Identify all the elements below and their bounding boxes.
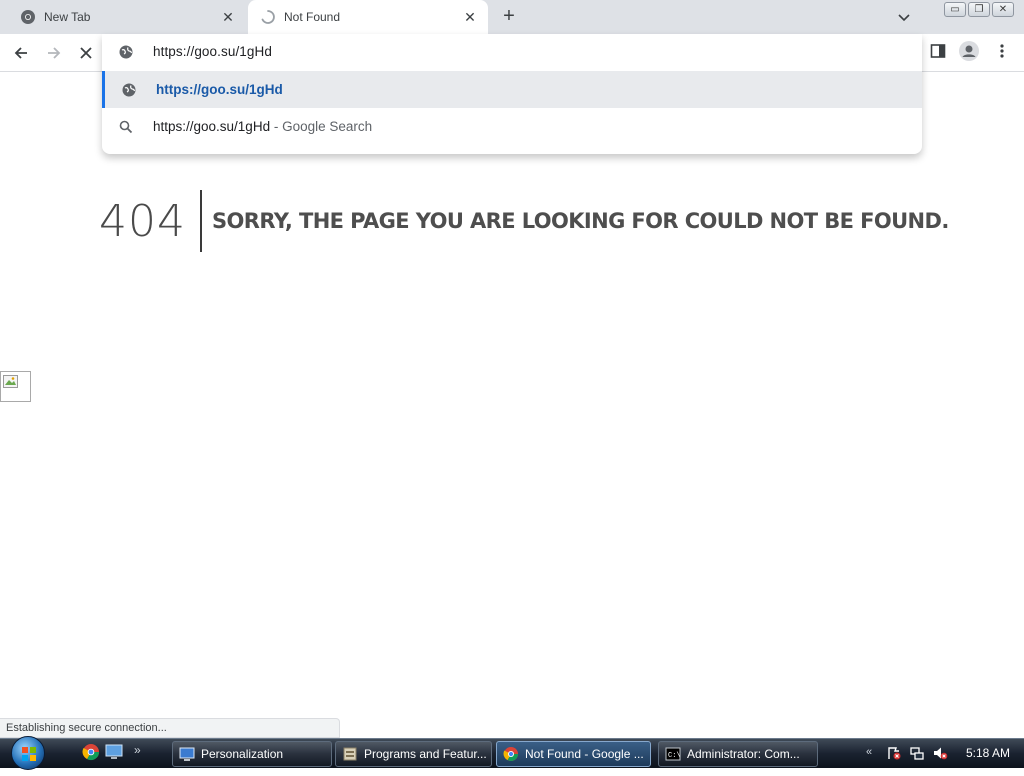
chrome-icon <box>20 9 36 25</box>
chrome-icon <box>503 746 519 762</box>
profile-avatar-button[interactable] <box>959 41 979 61</box>
omnibox[interactable]: https://goo.su/1gHd <box>102 34 922 70</box>
personalization-icon <box>179 746 195 762</box>
taskbar-button-label: Personalization <box>201 747 284 761</box>
globe-icon <box>118 44 134 60</box>
new-tab-button[interactable]: + <box>498 6 520 27</box>
omnibox-suggestion[interactable]: https://goo.su/1gHd <box>102 71 922 108</box>
taskbar-button-label: Programs and Featur... <box>364 747 487 761</box>
omnibox-dropdown: https://goo.su/1gHd https://goo.su/1gHd … <box>102 34 922 154</box>
minimize-button[interactable]: ▭ <box>944 2 966 17</box>
broken-image-icon <box>3 375 18 388</box>
tab-not-found[interactable]: Not Found ✕ <box>248 0 488 34</box>
volume-muted-icon[interactable] <box>932 745 948 766</box>
taskbar-button-label: Not Found - Google ... <box>525 747 644 761</box>
action-center-icon[interactable] <box>886 745 902 766</box>
side-panel-button[interactable] <box>930 43 946 59</box>
side-panel-icon <box>930 44 946 58</box>
omnibox-suggestion[interactable]: https://goo.su/1gHd - Google Search <box>102 108 922 145</box>
tray-expand-icon[interactable]: « <box>866 746 872 758</box>
status-bar: Establishing secure connection... <box>0 718 340 738</box>
stop-icon <box>80 47 92 59</box>
loading-spinner-icon <box>260 9 276 25</box>
globe-icon <box>121 82 137 98</box>
desktop-quicklaunch-icon[interactable] <box>105 743 125 763</box>
network-icon[interactable] <box>909 745 925 766</box>
tab-title: Not Found <box>284 10 341 24</box>
cmd-icon: C:\ <box>665 746 681 762</box>
taskbar-cmd[interactable]: C:\ Administrator: Com... <box>658 741 818 767</box>
error-text: SORRY, THE PAGE YOU ARE LOOKING FOR COUL… <box>211 209 949 233</box>
forward-arrow-icon <box>48 47 61 59</box>
suggestion-text: https://goo.su/1gHd - Google Search <box>153 119 372 134</box>
quicklaunch-more-icon[interactable]: » <box>134 743 154 763</box>
windows-logo-icon <box>11 736 45 770</box>
tab-close-button[interactable]: ✕ <box>218 7 238 27</box>
forward-button[interactable] <box>43 42 65 64</box>
three-dots-icon <box>1000 44 1004 58</box>
close-window-button[interactable]: ✕ <box>992 2 1014 17</box>
start-button[interactable] <box>6 736 50 770</box>
clock[interactable]: 5:18 AM <box>966 746 1010 760</box>
suggestion-url: https://goo.su/1gHd <box>156 82 283 97</box>
back-arrow-icon <box>14 47 27 59</box>
tab-close-button[interactable]: ✕ <box>460 7 480 27</box>
system-tray: « 5:18 AM <box>864 739 1024 769</box>
tab-search-chevron-icon[interactable] <box>896 9 912 25</box>
window-controls: ▭ ❐ ✕ <box>944 2 1014 17</box>
tab-title: New Tab <box>44 10 91 24</box>
taskbar-personalization[interactable]: Personalization <box>172 741 332 767</box>
restore-button[interactable]: ❐ <box>968 2 990 17</box>
address-input[interactable]: https://goo.su/1gHd <box>153 44 272 59</box>
suggestion-query: https://goo.su/1gHd <box>153 119 271 134</box>
back-button[interactable] <box>10 42 32 64</box>
tab-new-tab[interactable]: New Tab ✕ <box>8 0 246 34</box>
broken-image <box>0 371 31 402</box>
taskbar-button-label: Administrator: Com... <box>687 747 800 761</box>
error-message-block: 404 SORRY, THE PAGE YOU ARE LOOKING FOR … <box>99 190 949 252</box>
suggestion-description: - Google Search <box>270 119 373 134</box>
tab-strip: New Tab ✕ Not Found ✕ + ▭ ❐ ✕ <box>0 0 1024 34</box>
taskbar-programs[interactable]: Programs and Featur... <box>335 741 492 767</box>
stop-loading-button[interactable] <box>75 42 97 64</box>
avatar-icon <box>959 41 979 61</box>
menu-button[interactable] <box>997 43 1007 59</box>
svg-text:C:\: C:\ <box>668 752 681 760</box>
taskbar-chrome[interactable]: Not Found - Google ... <box>496 741 651 767</box>
chrome-quicklaunch-icon[interactable] <box>82 743 102 763</box>
search-icon <box>118 119 134 135</box>
error-code: 404 <box>99 195 186 247</box>
programs-icon <box>342 746 358 762</box>
taskbar: » Personalization Programs and Featur...… <box>0 736 1024 770</box>
